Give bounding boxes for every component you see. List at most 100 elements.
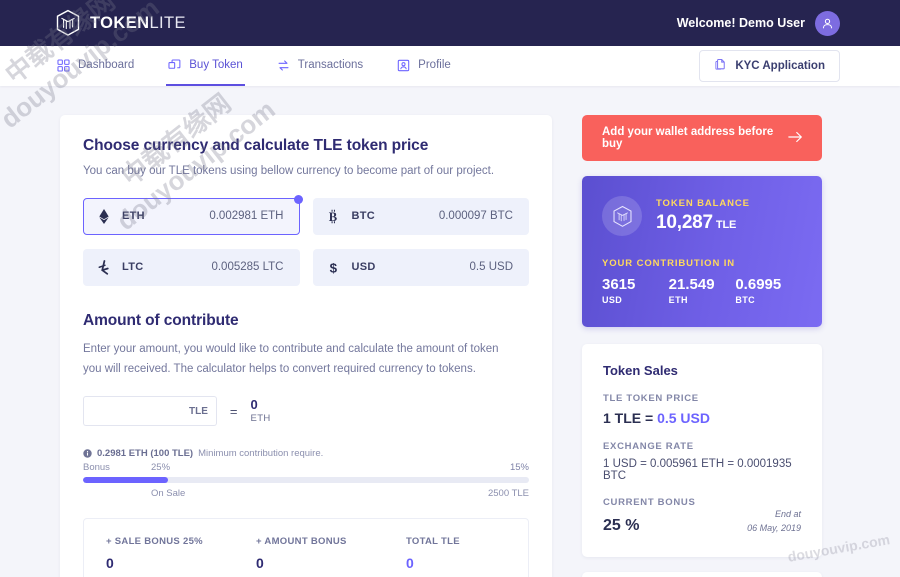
currency-option-ltc[interactable]: LTC 0.005285 LTC [83,248,300,286]
currency-option-usd[interactable]: $ USD 0.5 USD [312,248,529,286]
nav-item-label: Profile [418,59,451,71]
token-sales-progress-card: Token Sales Progress [582,572,822,577]
amount-section-title: Amount of contribute [83,311,239,329]
conversion-result-value: 0 [250,396,258,412]
currency-section: Choose currency and calculate TLE token … [83,137,529,286]
nav-item-profile[interactable]: Profile [395,46,453,86]
currency-section-subtitle: You can buy our TLE tokens using bellow … [83,165,495,177]
currency-rate-value: 0.000097 BTC [438,210,513,223]
brand-name-bold: TOKEN [90,13,150,32]
bitcoin-icon: B [327,209,340,224]
currency-code: ETH [122,210,145,223]
user-card-icon [397,59,410,72]
document-copy-icon [714,58,727,74]
total-label: + AMOUNT BONUS [256,536,347,548]
currency-options-grid: ETH 0.002981 ETH B BTC 0.000097 BTC LTC … [83,194,529,286]
token-price-block: TLE TOKEN PRICE 1 TLE = 0.5 USD [603,393,801,426]
currency-label-group-eth: ETH [97,208,145,224]
sale-progress-bar[interactable] [83,477,529,484]
nav-item-buy-token[interactable]: Buy Token [166,46,245,86]
token-price-label: TLE TOKEN PRICE [603,393,699,404]
currency-option-eth[interactable]: ETH 0.002981 ETH [83,194,303,235]
token-balance-text-group: TOKEN BALANCE 10,287 TLE [656,198,750,234]
top-header-bar: TOKENLITE Welcome! Demo User [0,0,900,46]
amount-input-suffix: TLE [181,396,217,427]
svg-text:B: B [328,210,337,224]
main-navigation-bar: Dashboard Buy Token Transactions Profile… [0,46,900,86]
token-balance-amount: 10,287 [656,212,713,233]
layers-buy-icon [168,58,181,72]
svg-text:$: $ [329,260,337,274]
wallet-address-alert-button[interactable]: Add your wallet address before buy [582,115,822,161]
brand-name: TOKENLITE [90,14,186,33]
exchange-rate-value: 1 USD = 0.005961 ETH = 0.0001935 BTC [603,458,792,482]
contribution-cell-eth: 21.549 ETH [669,276,736,305]
conversion-result: 0 ETH [250,396,271,425]
total-value: 0 [256,555,264,572]
currency-label-group-ltc: LTC [97,259,144,275]
contribution-label: YOUR CONTRIBUTION IN [602,258,736,269]
total-value: 0 [406,555,414,572]
currency-code: LTC [122,261,144,274]
currency-option-btc[interactable]: B BTC 0.000097 BTC [312,197,529,235]
kyc-application-label: KYC Application [735,60,825,72]
token-price-prefix: 1 TLE = [603,410,658,426]
total-cell-sale-bonus: + SALE BONUS 25% 0 [106,536,256,571]
currency-label-group-usd: $ USD [327,260,376,274]
bonus-end-at-label: End at [774,509,801,519]
minimum-contribution-note: 0.2981 ETH (100 TLE) Minimum contributio… [83,448,529,459]
token-price-value: 0.5 USD [657,410,710,426]
sale-scale-labels: On Sale 2500 TLE [83,488,529,499]
nav-item-label: Buy Token [189,59,243,71]
cube-token-icon [602,196,642,236]
sidebar-column: Add your wallet address before buy TOKEN [582,115,822,577]
token-price-value-group: 1 TLE = 0.5 USD [603,410,801,426]
bonus-start-value: 25% [151,462,171,474]
currency-code: BTC [351,210,376,223]
user-welcome-group[interactable]: Welcome! Demo User [676,10,840,36]
nav-item-label: Dashboard [78,59,135,71]
nav-item-dashboard[interactable]: Dashboard [55,46,136,86]
minimum-contribution-amount: 0.2981 ETH (100 TLE) [97,448,194,460]
bonus-end-at-date: 06 May, 2019 [747,522,801,533]
dollar-icon: $ [327,260,340,274]
amount-input[interactable] [83,396,181,427]
currency-label-group-btc: B BTC [327,209,376,224]
exchange-rate-block: EXCHANGE RATE 1 USD = 0.005961 ETH = 0.0… [603,441,801,482]
contribution-cell-btc: 0.6995 BTC [735,276,802,305]
arrow-right-icon [788,131,803,146]
amount-section-subtitle: Enter your amount, you would like to con… [83,342,499,375]
bonus-scale-labels: Bonus 25% 15% [83,462,529,473]
contribution-value: 21.549 [668,276,715,293]
bonus-label: Bonus [83,462,110,474]
brand-logo-group[interactable]: TOKENLITE [55,9,186,37]
currency-section-title: Choose currency and calculate TLE token … [83,137,429,154]
currency-rate-value: 0.005285 LTC [211,261,284,274]
totals-summary-box: + SALE BONUS 25% 0 + AMOUNT BONUS 0 TOTA… [83,518,529,577]
welcome-text: Welcome! Demo User [676,16,805,30]
contribution-unit: ETH [668,295,688,305]
user-avatar-icon[interactable] [815,10,840,36]
token-sales-card: Token Sales TLE TOKEN PRICE 1 TLE = 0.5 … [582,344,822,557]
page-content: Choose currency and calculate TLE token … [0,86,900,577]
selected-indicator-dot [293,194,303,204]
calculator-row: TLE = 0 ETH [83,396,529,427]
litecoin-icon [97,259,110,275]
grid-dashboard-icon [57,58,70,72]
nav-item-transactions[interactable]: Transactions [275,46,365,86]
nav-right-group: KYC Application [699,46,840,86]
conversion-result-unit: ETH [250,412,271,424]
contribution-value: 3615 [602,276,636,293]
currency-rate-value: 0.002981 ETH [209,210,284,223]
kyc-application-button[interactable]: KYC Application [699,50,840,82]
minimum-contribution-text: Minimum contribution require. [198,448,324,460]
sale-total-label: 2500 TLE [487,488,529,500]
total-cell-total-tle: TOTAL TLE 0 [406,536,460,571]
total-label: TOTAL TLE [406,536,460,548]
current-bonus-row: 25 % End at 06 May, 2019 [603,508,801,535]
total-cell-amount-bonus: + AMOUNT BONUS 0 [256,536,406,571]
token-balance-amount-group: 10,287 TLE [656,212,750,234]
currency-rate-value: 0.5 USD [469,261,513,274]
current-bonus-label: CURRENT BONUS [603,497,696,508]
contribution-unit: BTC [735,295,756,305]
